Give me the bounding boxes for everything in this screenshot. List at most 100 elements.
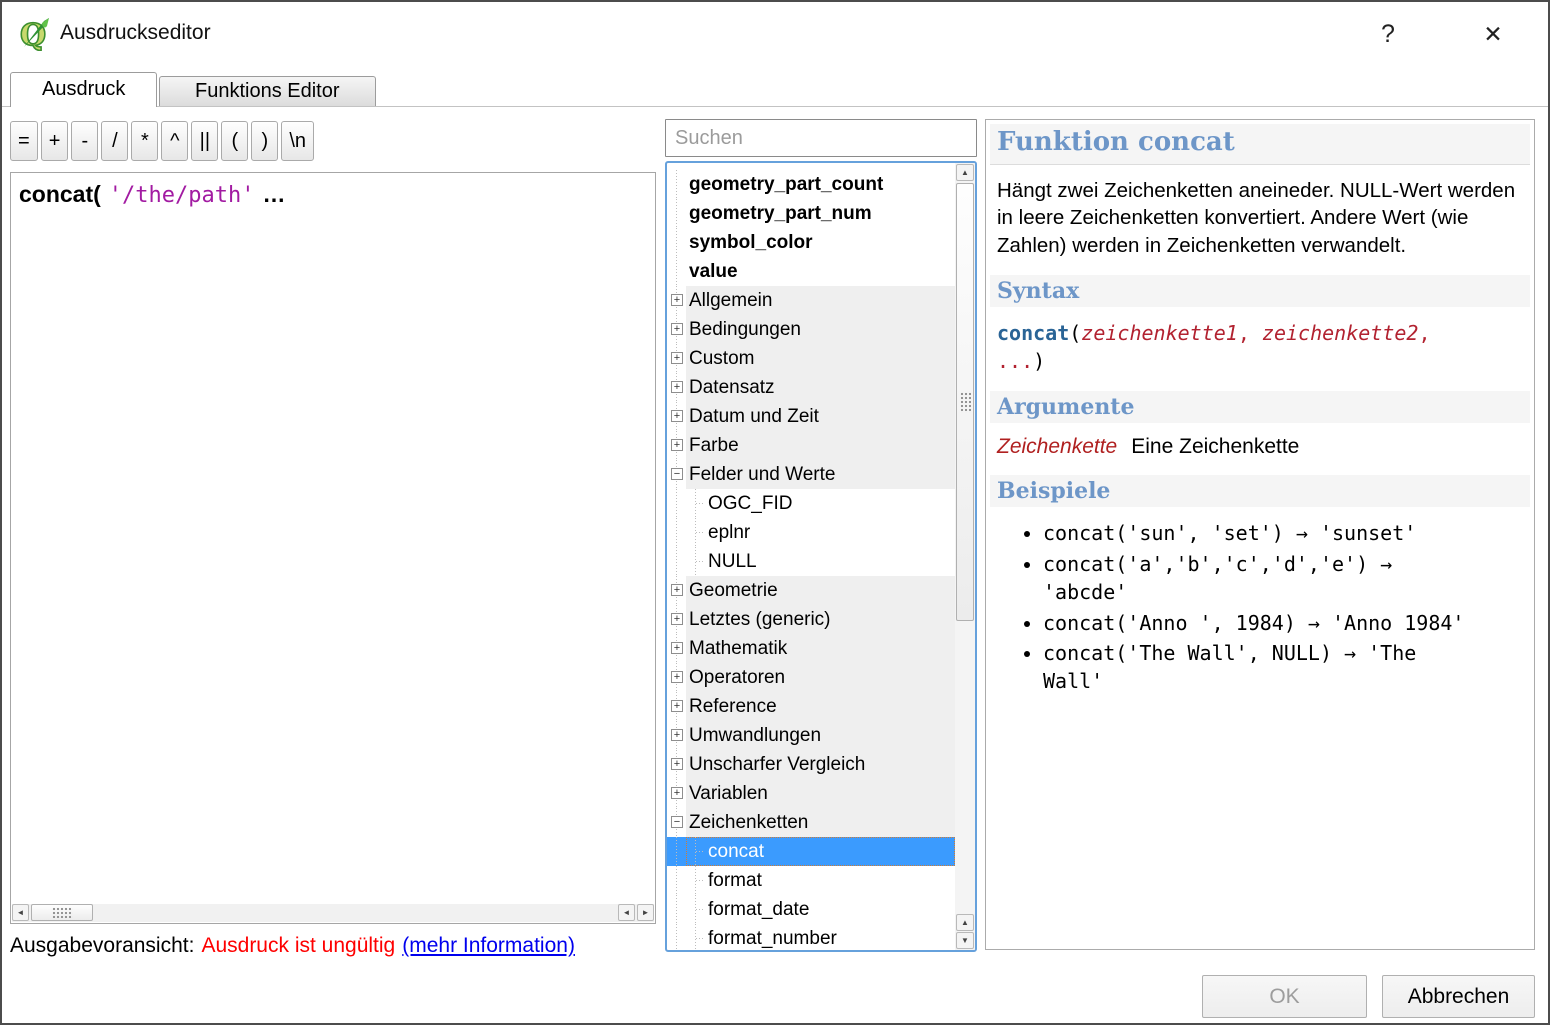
tree-expander-icon[interactable]: + [671,584,683,596]
tree-child-indent [686,866,705,895]
tree-expander-icon[interactable]: + [671,352,683,364]
tree-vertical-scrollbar[interactable]: ▲ ▲ ▼ [955,163,975,950]
scroll-down-button[interactable]: ▼ [956,932,974,949]
output-preview: Ausgabevoransicht: Ausdruck ist ungültig (… [10,934,575,958]
tree-row-label: Operatoren [686,663,955,692]
syntax-token: zeichenkette2 [1261,321,1419,346]
tree-row-label: format_number [708,927,837,949]
tree-row-label: Farbe [686,431,955,460]
scroll-left-button[interactable]: ◄ [12,904,29,921]
expression-input[interactable]: concat('/the/path' … ◄ ◄ ► [10,172,656,924]
horizontal-scrollbar-thumb[interactable] [31,904,93,921]
examples-heading: Beispiele [990,475,1530,508]
tab-strip-divider [2,106,1548,107]
tree-expander-icon[interactable]: + [671,758,683,770]
tree-row[interactable]: OGC_FID [667,489,955,518]
tree-row[interactable]: + Farbe [667,431,955,460]
tree-row[interactable]: + Operatoren [667,663,955,692]
tree-row[interactable]: format_number [667,924,955,950]
tree-row[interactable]: + Bedingungen [667,315,955,344]
tree-expander-icon[interactable]: − [671,816,683,828]
operator-button[interactable]: = [10,121,38,161]
example-item: concat('Anno ', 1984) → 'Anno 1984' [1043,609,1483,637]
output-preview-label: Ausgabevoransicht: [10,934,195,957]
tree-row[interactable]: + Umwandlungen [667,721,955,750]
tab-funktions-editor[interactable]: Funktions Editor [159,76,376,106]
tree-expander-icon[interactable]: + [671,642,683,654]
function-help-panel: Funktion concat Hängt zwei Zeichenketten… [985,119,1535,950]
operator-button[interactable]: ) [251,121,279,161]
tree-row[interactable]: + Letztes (generic) [667,605,955,634]
tree-row[interactable]: + Reference [667,692,955,721]
tree-guide: + [667,402,686,431]
ok-button[interactable]: OK [1202,975,1367,1018]
search-input[interactable] [665,119,977,157]
tree-row[interactable]: eplnr [667,518,955,547]
tree-row[interactable]: + Unscharfer Vergleich [667,750,955,779]
tree-row[interactable]: NULL [667,547,955,576]
examples-list: concat('sun', 'set') → 'sunset' concat('a… [997,519,1523,695]
tree-expander-icon[interactable]: − [671,468,683,480]
tree-row[interactable]: geometry_part_num [667,199,955,228]
tree-expander-icon[interactable]: + [671,381,683,393]
tree-expander-icon[interactable]: + [671,323,683,335]
tree-row-label: Datensatz [686,373,955,402]
operator-button[interactable]: \n [281,121,315,161]
function-tree[interactable]: geometry_part_count geometry_part_num sy… [665,161,977,952]
tree-guide: − [667,460,686,489]
operator-button[interactable]: * [131,121,159,161]
tree-guide [667,170,686,199]
tree-row[interactable]: value [667,257,955,286]
operator-button[interactable]: - [71,121,99,161]
tree-expander-icon[interactable]: + [671,729,683,741]
tree-row-label: Bedingungen [686,315,955,344]
tree-row[interactable]: + Mathematik [667,634,955,663]
scroll-right-button[interactable]: ► [637,904,654,921]
tree-row[interactable]: + Custom [667,344,955,373]
operator-button[interactable]: || [191,121,219,161]
tab-ausdruck[interactable]: Ausdruck [10,72,158,107]
tree-row[interactable]: + Datensatz [667,373,955,402]
tree-expander-icon[interactable]: + [671,671,683,683]
tree-row[interactable]: + Variablen [667,779,955,808]
tree-row[interactable]: + Datum und Zeit [667,402,955,431]
scroll-up-button-2[interactable]: ▲ [956,914,974,931]
tree-row[interactable]: + Geometrie [667,576,955,605]
operator-button[interactable]: ( [221,121,249,161]
argument-name: Zeichenkette [997,435,1118,459]
tree-expander-icon[interactable]: + [671,787,683,799]
tree-child-indent [686,837,705,866]
tree-row[interactable]: format_date [667,895,955,924]
expression-string-token: '/the/path' [108,183,255,208]
scroll-up-button[interactable]: ▲ [956,164,974,181]
tree-row[interactable]: concat [667,837,955,866]
tree-row[interactable]: − Felder und Werte [667,460,955,489]
tree-row[interactable]: format [667,866,955,895]
tree-row[interactable]: − Zeichenketten [667,808,955,837]
more-information-link[interactable]: (mehr Information) [402,934,575,957]
help-title: Funktion concat [990,124,1530,165]
tree-expander-icon[interactable]: + [671,613,683,625]
syntax-token: , [1237,321,1262,346]
operator-button[interactable]: ^ [161,121,189,161]
tree-row[interactable]: geometry_part_count [667,170,955,199]
tree-guide [667,924,686,950]
operator-button[interactable]: + [40,121,69,161]
tree-row[interactable]: + Allgemein [667,286,955,315]
tree-expander-icon[interactable]: + [671,410,683,422]
tree-expander-icon[interactable]: + [671,439,683,451]
tree-expander-icon[interactable]: + [671,294,683,306]
editor-horizontal-scrollbar[interactable]: ◄ ◄ ► [12,904,654,922]
tree-row-label: Custom [686,344,955,373]
vertical-scrollbar-thumb[interactable] [956,183,974,621]
scroll-left-button-2[interactable]: ◄ [618,904,635,921]
tree-expander-icon[interactable]: + [671,700,683,712]
arguments-heading: Argumente [990,391,1530,424]
tree-guide: + [667,286,686,315]
titlebar-close-button[interactable]: ✕ [1470,14,1516,54]
cancel-button[interactable]: Abbrechen [1382,975,1535,1018]
tree-child-indent [686,895,705,924]
operator-button[interactable]: / [101,121,129,161]
tree-row[interactable]: symbol_color [667,228,955,257]
titlebar-help-button[interactable]: ? [1365,14,1411,54]
